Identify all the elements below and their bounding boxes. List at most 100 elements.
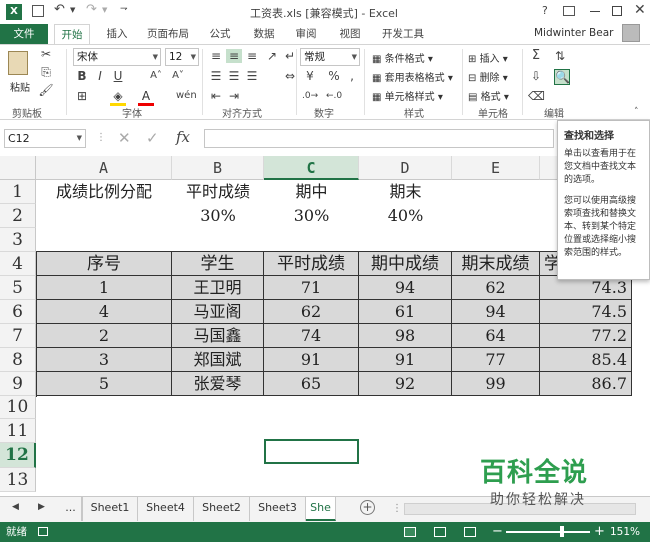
table-header-cell[interactable]: 期末成绩 (452, 252, 540, 276)
row-header-8[interactable]: 8 (0, 348, 36, 372)
phonetic-icon[interactable]: wén (176, 89, 197, 103)
tab-formulas[interactable]: 公式 (204, 24, 236, 44)
row-header-9[interactable]: 9 (0, 372, 36, 396)
formula-bar-grip-icon[interactable]: ⋮ (96, 132, 106, 143)
clear-icon[interactable]: ⌫ (528, 89, 545, 103)
table-cell[interactable]: 4 (37, 300, 172, 324)
align-top-icon[interactable]: ≡ (208, 49, 224, 63)
fill-color-icon[interactable]: ◈ (110, 89, 126, 106)
cell-b1[interactable]: 平时成绩 (172, 180, 264, 204)
format-as-table-button[interactable]: ▦ 套用表格格式 ▾ (372, 69, 453, 84)
row-header-5[interactable]: 5 (0, 276, 36, 300)
page-break-view-icon[interactable] (464, 527, 476, 537)
table-header-cell[interactable]: 序号 (37, 252, 172, 276)
tab-view[interactable]: 视图 (334, 24, 366, 44)
table-cell[interactable]: 64 (452, 324, 540, 348)
align-bottom-icon[interactable]: ≡ (244, 49, 260, 63)
redo-dropdown-icon[interactable]: ▼ (102, 6, 107, 14)
table-cell[interactable]: 91 (359, 348, 452, 372)
column-header-d[interactable]: D (359, 156, 452, 180)
enter-icon[interactable]: ✓ (146, 129, 159, 147)
minimize-icon[interactable] (590, 11, 600, 12)
row-header-11[interactable]: 11 (0, 419, 36, 443)
cell-d1[interactable]: 期末 (359, 180, 452, 204)
normal-view-icon[interactable] (404, 527, 416, 537)
table-cell[interactable]: 3 (37, 348, 172, 372)
sort-filter-icon[interactable]: ⇅ (552, 49, 568, 63)
table-cell[interactable]: 王卫明 (172, 276, 264, 300)
tab-insert[interactable]: 插入 (100, 24, 134, 44)
font-name-select[interactable]: 宋体 ▼ (73, 48, 161, 66)
comma-icon[interactable]: , (344, 69, 360, 83)
find-select-icon[interactable]: 🔍 (554, 69, 570, 85)
cancel-icon[interactable]: ✕ (118, 129, 131, 147)
redo-icon[interactable]: ↷ (86, 2, 97, 17)
row-header-10[interactable]: 10 (0, 396, 36, 419)
increase-decimal-icon[interactable]: .0→ (302, 89, 318, 103)
insert-function-icon[interactable]: fx (176, 128, 190, 146)
decrease-font-icon[interactable]: A˅ (170, 69, 186, 83)
cell-a1[interactable]: 成绩比例分配 (36, 180, 172, 204)
ribbon-display-icon[interactable] (563, 6, 575, 16)
sheet-tab-sheet4[interactable]: Sheet4 (138, 497, 194, 521)
table-cell[interactable]: 77.2 (540, 324, 632, 348)
paste-icon[interactable] (8, 51, 28, 75)
table-cell[interactable]: 85.4 (540, 348, 632, 372)
select-all-button[interactable] (0, 156, 36, 180)
table-cell[interactable]: 郑国斌 (172, 348, 264, 372)
zoom-in-icon[interactable]: + (594, 522, 605, 542)
column-header-a[interactable]: A (36, 156, 172, 180)
table-cell[interactable]: 马亚阁 (172, 300, 264, 324)
row-header-7[interactable]: 7 (0, 324, 36, 348)
table-cell[interactable]: 98 (359, 324, 452, 348)
number-format-select[interactable]: 常规 ▼ (300, 48, 360, 66)
sheet-tab-sheet1[interactable]: Sheet1 (82, 497, 138, 521)
table-cell[interactable]: 77 (452, 348, 540, 372)
cell-c2[interactable]: 30% (264, 204, 359, 228)
avatar[interactable] (622, 24, 640, 42)
increase-indent-icon[interactable]: ⇥ (226, 89, 242, 103)
tab-page-layout[interactable]: 页面布局 (144, 24, 192, 44)
align-right-icon[interactable]: ☰ (244, 69, 260, 83)
name-box[interactable]: C12 ▼ (4, 129, 86, 148)
tab-file[interactable]: 文件 (0, 24, 48, 44)
table-cell[interactable]: 马国鑫 (172, 324, 264, 348)
row-header-2[interactable]: 2 (0, 204, 36, 228)
row-header-4[interactable]: 4 (0, 252, 36, 276)
cell-c1[interactable]: 期中 (264, 180, 359, 204)
insert-cells-button[interactable]: ⊞ 插入 ▾ (468, 50, 508, 65)
tab-developer[interactable]: 开发工具 (378, 24, 428, 44)
align-left-icon[interactable]: ☰ (208, 69, 224, 83)
add-sheet-icon[interactable]: + (360, 500, 375, 515)
row-header-1[interactable]: 1 (0, 180, 36, 204)
table-cell[interactable]: 74.5 (540, 300, 632, 324)
font-size-select[interactable]: 12 ▼ (165, 48, 199, 66)
font-color-icon[interactable]: A (138, 89, 154, 106)
cell-d2[interactable]: 40% (359, 204, 452, 228)
border-icon[interactable]: ⊞ (74, 89, 90, 103)
row-header-13[interactable]: 13 (0, 468, 36, 492)
paste-button[interactable]: 粘贴 (10, 79, 30, 94)
maximize-icon[interactable] (612, 6, 622, 16)
table-cell[interactable]: 94 (452, 300, 540, 324)
autosum-icon[interactable]: Σ (528, 49, 544, 63)
zoom-level[interactable]: 151% (610, 522, 640, 542)
table-cell[interactable]: 65 (264, 372, 359, 396)
row-header-12[interactable]: 12 (0, 443, 36, 468)
tab-data[interactable]: 数据 (248, 24, 280, 44)
underline-button[interactable]: U (110, 69, 126, 83)
scroll-tabs-left-icon[interactable]: ◀ (12, 502, 19, 512)
fill-icon[interactable]: ⇩ (528, 69, 544, 83)
help-icon[interactable]: ? (542, 4, 548, 17)
zoom-slider-thumb[interactable] (560, 526, 564, 537)
conditional-format-button[interactable]: ▦ 条件格式 ▾ (372, 50, 433, 65)
formula-input[interactable] (204, 129, 554, 148)
sheet-tab-more[interactable]: ... (60, 497, 82, 521)
table-cell[interactable]: 62 (452, 276, 540, 300)
sheet-tab-sheet2[interactable]: Sheet2 (194, 497, 250, 521)
zoom-out-icon[interactable]: − (492, 522, 503, 542)
zoom-slider[interactable] (506, 531, 590, 533)
tab-splitter-icon[interactable]: ⋮ (392, 503, 402, 514)
table-cell[interactable]: 86.7 (540, 372, 632, 396)
column-header-e[interactable]: E (452, 156, 540, 180)
